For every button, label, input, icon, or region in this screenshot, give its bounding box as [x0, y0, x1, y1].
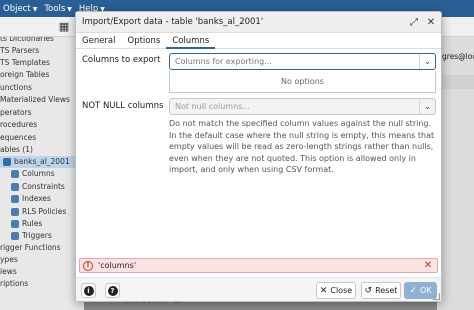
tree-item[interactable]: Columns: [0, 168, 55, 180]
close-button-label: Close: [330, 286, 353, 295]
tree-node-icon: [11, 183, 19, 191]
tree-item[interactable]: equences: [0, 132, 36, 144]
info-icon: i: [83, 285, 94, 296]
tree-item[interactable]: unctions: [0, 82, 32, 94]
not-null-help-text: Do not match the specified column values…: [169, 119, 435, 174]
ok-button-label: OK: [420, 286, 432, 295]
tree-item-label: unctions: [0, 83, 32, 92]
tree-item-label: iews: [0, 267, 17, 276]
tab-options[interactable]: Options: [122, 33, 167, 49]
tree-item[interactable]: perators: [0, 107, 32, 119]
tree-item[interactable]: Rules: [0, 218, 42, 230]
tree-item[interactable]: banks_al_2001: [0, 156, 84, 168]
tree-item[interactable]: Materialized Views: [0, 94, 70, 106]
columns-dropdown-menu: No options: [169, 71, 436, 93]
error-close-icon[interactable]: ✕: [422, 260, 434, 271]
tree-item-label: RLS Policies: [22, 207, 67, 216]
import-export-dialog: Import/Export data - table 'banks_al_200…: [75, 11, 442, 302]
tree-node-icon: [11, 208, 19, 216]
error-message: 'columns': [98, 261, 137, 270]
not-null-columns-placeholder: Not null columns...: [175, 102, 250, 111]
tree-item[interactable]: rigger Functions: [0, 242, 61, 254]
tree-item-label: ables (1): [0, 145, 33, 154]
tree-item-label: perators: [0, 108, 32, 117]
tree-item-label: rocedures: [0, 120, 38, 129]
tree-item[interactable]: ts Dictionaries: [0, 37, 54, 45]
tree-item[interactable]: riptions: [0, 278, 28, 290]
dialog-titlebar[interactable]: Import/Export data - table 'banks_al_200…: [76, 12, 441, 33]
resize-handle-icon[interactable]: [433, 293, 440, 300]
columns-to-export-label: Columns to export: [82, 55, 161, 65]
tree-item-label: Columns: [22, 169, 55, 178]
tree-node-icon: [11, 220, 19, 228]
error-bar: ! 'columns' ✕: [79, 258, 438, 273]
tree-item[interactable]: Indexes: [0, 193, 51, 205]
close-icon[interactable]: ✕: [424, 15, 438, 29]
help-button[interactable]: ?: [105, 283, 120, 298]
tree-item-label: rigger Functions: [0, 243, 61, 252]
background-bar: [437, 75, 474, 89]
check-icon: ✓: [409, 285, 417, 296]
tree-item[interactable]: RLS Policies: [0, 206, 66, 218]
reset-button[interactable]: ↺ Reset: [361, 282, 401, 299]
tree-item[interactable]: TS Templates: [0, 57, 50, 69]
tree-item[interactable]: iews: [0, 266, 17, 278]
chevron-down-icon[interactable]: ⌄: [419, 54, 435, 69]
reset-button-label: Reset: [375, 286, 398, 295]
tree-item[interactable]: Triggers: [0, 230, 52, 242]
columns-to-export-placeholder: Columns for exporting...: [175, 57, 272, 66]
tree-item[interactable]: oreign Tables: [0, 69, 49, 81]
tree-item-label: Indexes: [22, 194, 51, 203]
object-browser-tree: ts Dictionaries TS Parsers TS Templates ore…: [0, 37, 84, 310]
dialog-tabs: General Options Columns: [76, 33, 441, 49]
tree-item[interactable]: ables (1): [0, 144, 33, 156]
tree-item-label: riptions: [0, 279, 29, 288]
tree-item[interactable]: ypes: [0, 254, 18, 266]
tree-item-label: ypes: [0, 255, 18, 264]
expand-icon[interactable]: ⤢: [407, 15, 421, 29]
help-icon: ?: [107, 285, 118, 296]
chevron-down-icon[interactable]: ⌄: [419, 99, 435, 114]
tree-item-label: Materialized Views: [0, 95, 70, 104]
error-icon: !: [83, 260, 93, 271]
close-x-icon: ✕: [319, 285, 328, 296]
tree-node-icon: [11, 232, 19, 240]
tree-item-label: ts Dictionaries: [0, 37, 54, 43]
info-button[interactable]: i: [81, 283, 96, 298]
tab-general[interactable]: General: [76, 33, 122, 49]
reset-icon: ↺: [364, 285, 373, 296]
not-null-columns-label: NOT NULL columns: [82, 101, 164, 111]
dialog-footer: i ? ✕ Close ↺ Reset ✓ OK: [76, 277, 441, 301]
tree-item-label: Rules: [22, 219, 43, 228]
tab-columns[interactable]: Columns: [166, 33, 216, 49]
menu-object[interactable]: Object ▼: [0, 4, 41, 14]
tree-item[interactable]: TS Parsers: [0, 45, 39, 57]
background-right-panel: tgres@local: [437, 37, 474, 310]
not-null-columns-select[interactable]: Not null columns... ⌄: [169, 98, 436, 115]
tree-item[interactable]: rocedures: [0, 119, 37, 131]
tree-item-label: Triggers: [22, 231, 52, 240]
server-snippet: tgres@local: [439, 52, 474, 61]
tree-node-icon: [3, 158, 11, 166]
tree-item-label: banks_al_2001: [14, 157, 70, 166]
tree-item-label: TS Templates: [0, 58, 50, 67]
tree-node-icon: [11, 170, 19, 178]
tree-node-icon: [11, 195, 19, 203]
tree-item[interactable]: Constraints: [0, 181, 65, 193]
close-button[interactable]: ✕ Close: [316, 282, 356, 299]
grid-icon[interactable]: ▦: [57, 20, 71, 34]
tree-item-label: Constraints: [22, 182, 65, 191]
dialog-title: Import/Export data - table 'banks_al_200…: [82, 17, 264, 27]
columns-to-export-select[interactable]: Columns for exporting... ⌄: [169, 53, 436, 70]
tree-item-label: TS Parsers: [0, 46, 40, 55]
menu-tools[interactable]: Tools ▼: [41, 4, 76, 14]
tree-item-label: oreign Tables: [0, 70, 50, 79]
tree-item-label: equences: [0, 133, 37, 142]
